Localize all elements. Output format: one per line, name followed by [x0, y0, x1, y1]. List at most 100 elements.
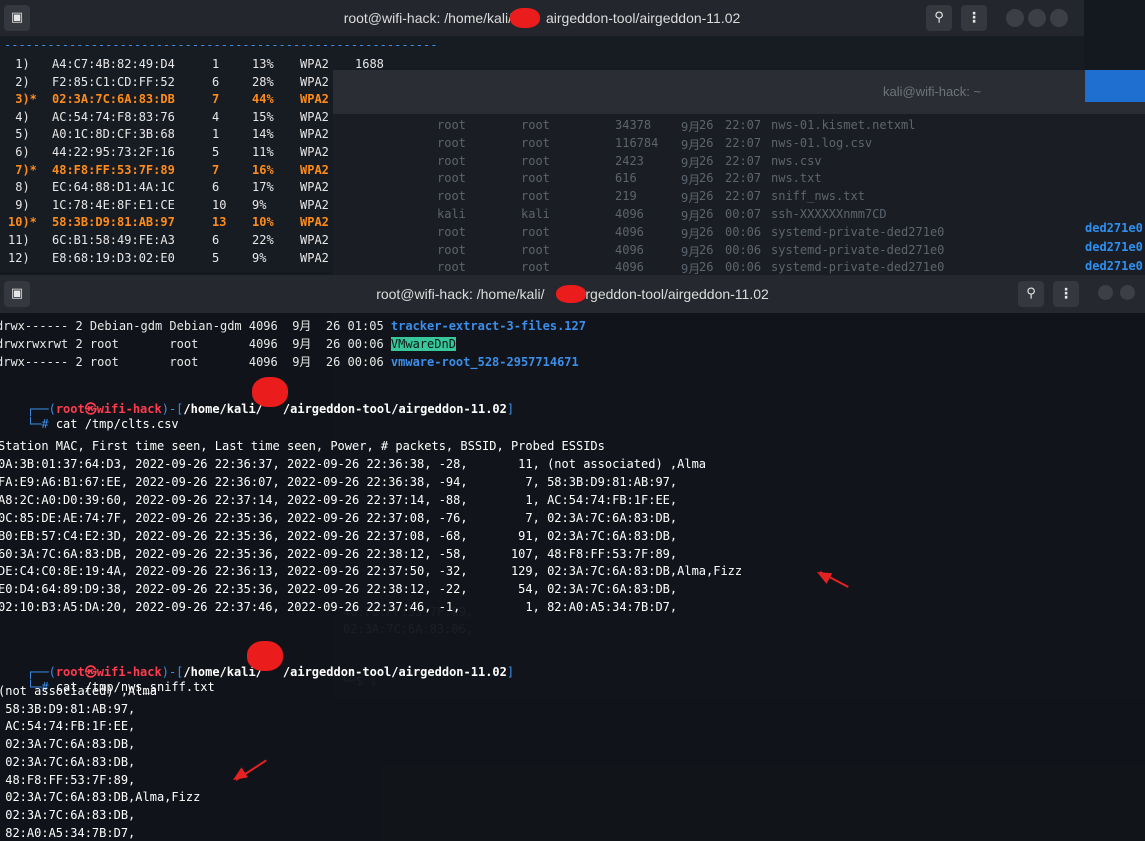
csv-row: FA:E9:A6:B1:67:EE, 2022-09-26 22:36:07, … [0, 474, 678, 489]
bg-owner: root [437, 118, 466, 132]
bg-name: nws-01.log.csv [771, 135, 873, 150]
csv-row: DE:C4:C0:8E:19:4A, 2022-09-26 22:36:13, … [0, 564, 743, 579]
search-icon[interactable]: ⚲ [926, 5, 952, 31]
target-n: 12) [8, 250, 30, 265]
maximize-button[interactable] [1028, 9, 1046, 27]
csv-row: A8:2C:A0:D0:39:60, 2022-09-26 22:37:14, … [0, 492, 678, 507]
sniff-row: 58:3B:D9:81:AB:97, [0, 701, 136, 716]
target-enc: WPA2 [300, 92, 329, 107]
bg-name: nws-01.kismet.netxml [771, 118, 916, 132]
bg-owner: root [437, 260, 466, 275]
bg-size: 616 [615, 171, 637, 186]
target-list-titlebar[interactable]: ▣ root@wifi-hack: /home/kali/airgeddon-t… [0, 0, 1084, 36]
target-ch: 1 [212, 57, 220, 71]
csv-row: 60:3A:7C:6A:83:DB, 2022-09-26 22:35:36, … [0, 546, 678, 561]
bg-group: root [521, 153, 550, 168]
target-mac: AC:54:74:F8:83:76 [52, 109, 175, 124]
csv-row: B0:EB:57:C4:E2:3D, 2022-09-26 22:35:36, … [0, 528, 678, 543]
target-mac: 44:22:95:73:2F:16 [52, 145, 175, 159]
bg-day: 26 [699, 224, 714, 239]
target-n: 11) [8, 233, 30, 247]
target-pwr: 44% [252, 92, 274, 107]
target-ch: 6 [212, 233, 220, 247]
sniff-row: 02:3A:7C:6A:83:DB, [0, 754, 136, 769]
side-suffix: ded271e0 [1085, 221, 1143, 235]
bg-owner: root [437, 153, 466, 168]
sniff-row: 02:3A:7C:6A:83:DB, [0, 807, 136, 822]
target-mac: A4:C7:4B:82:49:D4 [52, 57, 175, 71]
search-icon[interactable]: ⚲ [1018, 281, 1044, 307]
bg-group: root [521, 242, 550, 257]
minimize-button[interactable] [1098, 285, 1113, 300]
bg-name: sniff_nws.txt [771, 189, 865, 204]
sniff-row: 02:3A:7C:6A:83:DB, [0, 737, 136, 752]
ls-row: drwxrwxrwt 2 root root 4096 9月 26 00:06 … [0, 337, 456, 351]
csv-row: 02:10:B3:A5:DA:20, 2022-09-26 22:37:46, … [0, 600, 678, 615]
bg-name: ssh-XXXXXXnmm7CD [771, 207, 887, 221]
target-n: 8) [8, 180, 30, 195]
target-mac: EC:64:88:D1:4A:1C [52, 180, 175, 195]
bg-size: 4096 [615, 224, 644, 239]
target-enc: WPA2 [300, 109, 329, 124]
target-enc: WPA2 [300, 197, 329, 212]
target-mac: A0:1C:8D:CF:3B:68 [52, 127, 175, 142]
bg-name: nws.txt [771, 171, 822, 186]
bg-name: nws.csv [771, 153, 822, 168]
menu-icon[interactable]: ⋮ [961, 5, 987, 31]
csv-header: Station MAC, First time seen, Last time … [0, 439, 605, 453]
window-title: root@wifi-hack: /home/kali/ [376, 286, 545, 302]
minimize-button[interactable] [1006, 9, 1024, 27]
target-pwr: 17% [252, 180, 274, 195]
target-essid: 1688 [355, 57, 384, 71]
bg-size: 34378 [615, 118, 652, 132]
bg-day: 26 [699, 171, 714, 186]
target-pwr: 15% [252, 109, 274, 124]
target-n: 10)* [8, 215, 37, 230]
bg-size: 4096 [615, 242, 644, 257]
target-n: 1) [8, 57, 30, 71]
target-pwr: 22% [252, 233, 274, 247]
target-enc: WPA2 [300, 127, 329, 142]
target-mac: 48:F8:FF:53:7F:89 [52, 162, 175, 177]
sniff-row: (not associated) ,Alma [0, 684, 157, 698]
target-pwr: 28% [252, 74, 274, 89]
close-button[interactable] [1050, 9, 1068, 27]
target-ch: 7 [212, 162, 220, 177]
bg-day: 26 [699, 135, 714, 150]
target-pwr: 11% [252, 145, 274, 159]
dir-name: VMwareDnD [390, 337, 456, 351]
bg-time: 22:07 [725, 171, 762, 186]
target-mac: E8:68:19:D3:02:E0 [52, 250, 175, 265]
bg-day: 26 [699, 153, 714, 168]
target-enc: WPA2 [300, 233, 329, 247]
target-mac: 6C:B1:58:49:FE:A3 [52, 233, 175, 247]
target-n: 6) [8, 145, 30, 159]
target-enc: WPA2 [300, 162, 329, 177]
bg-owner: root [437, 189, 466, 204]
bg-group: root [521, 260, 550, 275]
target-pwr: 10% [252, 215, 274, 230]
bg-time: 22:07 [725, 153, 762, 168]
sniff-row: 02:3A:7C:6A:83:DB,Alma,Fizz [0, 790, 201, 805]
bg-size: 2423 [615, 153, 644, 168]
csv-row: 0C:85:DE:AE:74:7F, 2022-09-26 22:35:36, … [0, 510, 678, 525]
target-mac: 02:3A:7C:6A:83:DB [52, 92, 175, 107]
bg-time: 00:06 [725, 224, 762, 239]
target-n: 9) [8, 197, 30, 212]
sniff-row: 82:A0:A5:34:7B:D7, [0, 825, 136, 840]
maximize-button[interactable] [1120, 285, 1135, 300]
target-pwr: 14% [252, 127, 274, 142]
target-ch: 1 [212, 127, 220, 142]
bg-mon: 9月 [681, 137, 701, 152]
bg-day: 26 [699, 189, 714, 204]
bg-group: root [521, 224, 550, 239]
ls-row: drwx------ 2 Debian-gdm Debian-gdm 4096 … [0, 319, 586, 333]
blue-panel-edge [1085, 70, 1145, 102]
sniff-row: 48:F8:FF:53:7F:89, [0, 772, 136, 787]
menu-icon[interactable]: ⋮ [1053, 281, 1079, 307]
target-pwr: 16% [252, 162, 274, 177]
separator-dashes: ----------------------------------------… [4, 38, 438, 52]
bg-time: 00:07 [725, 207, 762, 221]
target-ch: 13 [212, 215, 227, 230]
window-title: root@wifi-hack: /home/kali/ [343, 10, 512, 26]
